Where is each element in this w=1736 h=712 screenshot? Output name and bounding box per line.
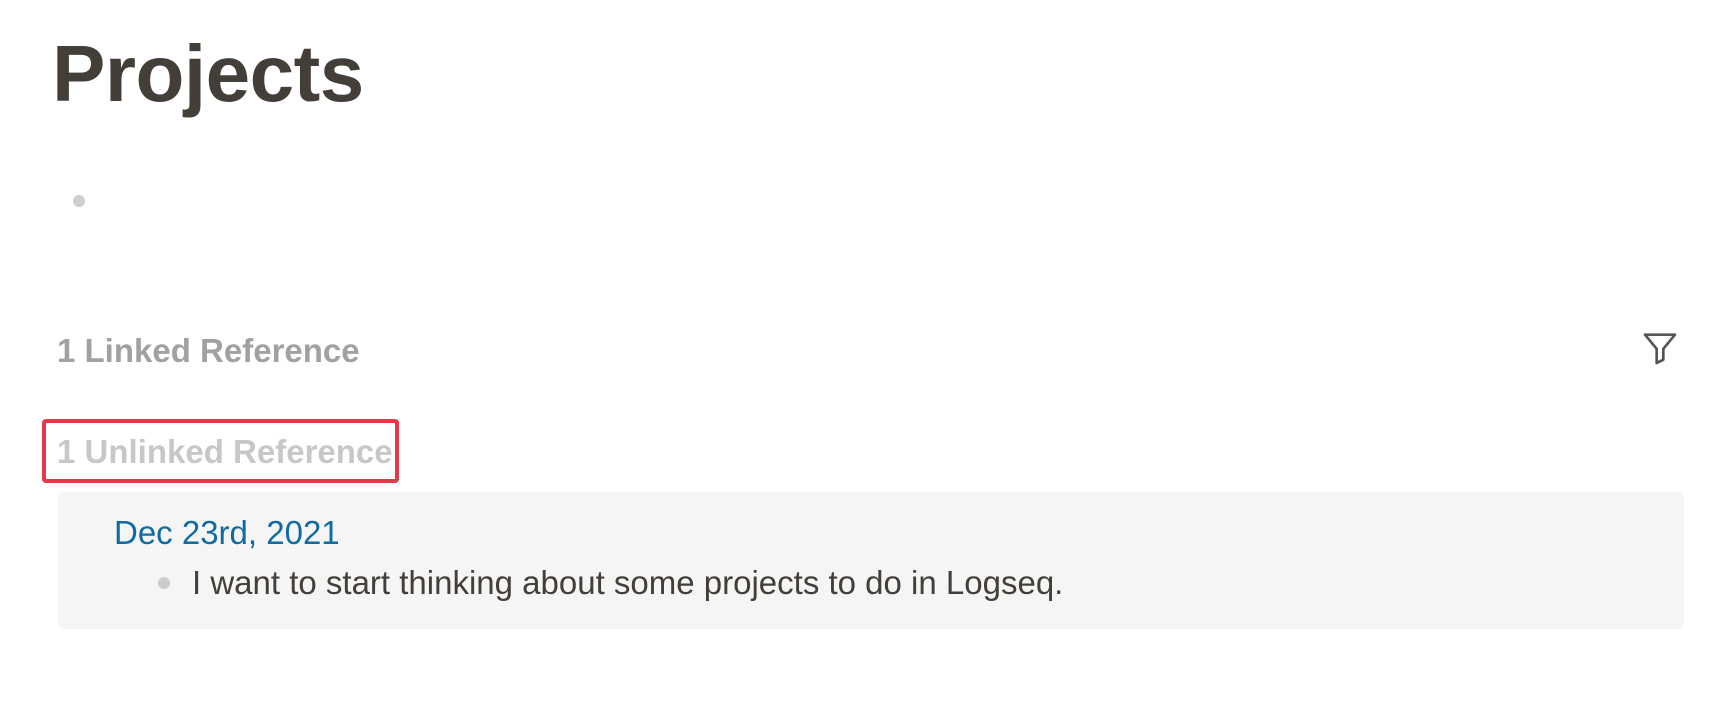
reference-block[interactable]: I want to start thinking about some proj… [158, 564, 1063, 602]
page-container: Projects 1 Linked Reference 1 Unlinked R… [0, 0, 1736, 712]
filter-button[interactable] [1638, 326, 1682, 370]
bullet-icon [73, 195, 85, 207]
filter-icon [1643, 333, 1677, 365]
unlinked-reference-panel: Dec 23rd, 2021 I want to start thinking … [58, 492, 1684, 629]
empty-block-bullet[interactable] [64, 186, 94, 216]
page-title[interactable]: Projects [52, 28, 364, 120]
reference-block-text[interactable]: I want to start thinking about some proj… [192, 564, 1063, 602]
bullet-icon[interactable] [158, 577, 170, 589]
reference-page-link[interactable]: Dec 23rd, 2021 [114, 514, 340, 552]
linked-references-heading[interactable]: 1 Linked Reference [57, 334, 360, 367]
highlight-annotation [42, 419, 399, 483]
